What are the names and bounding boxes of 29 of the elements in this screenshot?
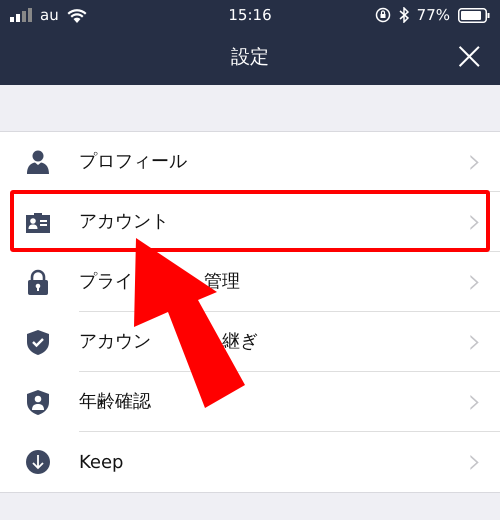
chevron-icon: › [468,204,482,240]
setting-label[interactable]: 継ぎ [222,328,258,355]
close-button[interactable]: × [448,36,490,76]
chevron-icon: › [468,324,482,360]
setting-label[interactable]: 管理 [204,268,240,295]
rotation-lock-icon [374,7,391,23]
setting-label[interactable]: アカウント [79,208,169,235]
carrier-name: au [40,4,59,26]
setting-label[interactable]: 年齢確認 [79,388,151,415]
chevron-icon: › [468,384,482,420]
download-circle-icon [25,448,51,476]
chevron-icon: › [468,144,482,180]
lock-icon [25,268,51,296]
signal-icon [10,8,32,22]
person-icon [25,148,51,176]
screen-title: 設定 [231,45,269,70]
battery-icon [458,8,490,22]
shield-person-icon [25,388,51,416]
battery-percent: 77% [416,4,450,26]
setting-label[interactable]: プロフィール [79,148,187,175]
setting-label[interactable]: プライ [79,268,133,295]
chevron-icon: › [468,264,482,300]
bluetooth-icon [398,7,409,23]
clock-time: 15:16 [228,4,272,26]
shield-check-icon [25,328,51,356]
chevron-icon: › [468,444,482,480]
wifi-icon [66,8,87,22]
setting-label[interactable]: Keep [79,448,124,476]
setting-label[interactable]: アカウン [79,328,151,355]
